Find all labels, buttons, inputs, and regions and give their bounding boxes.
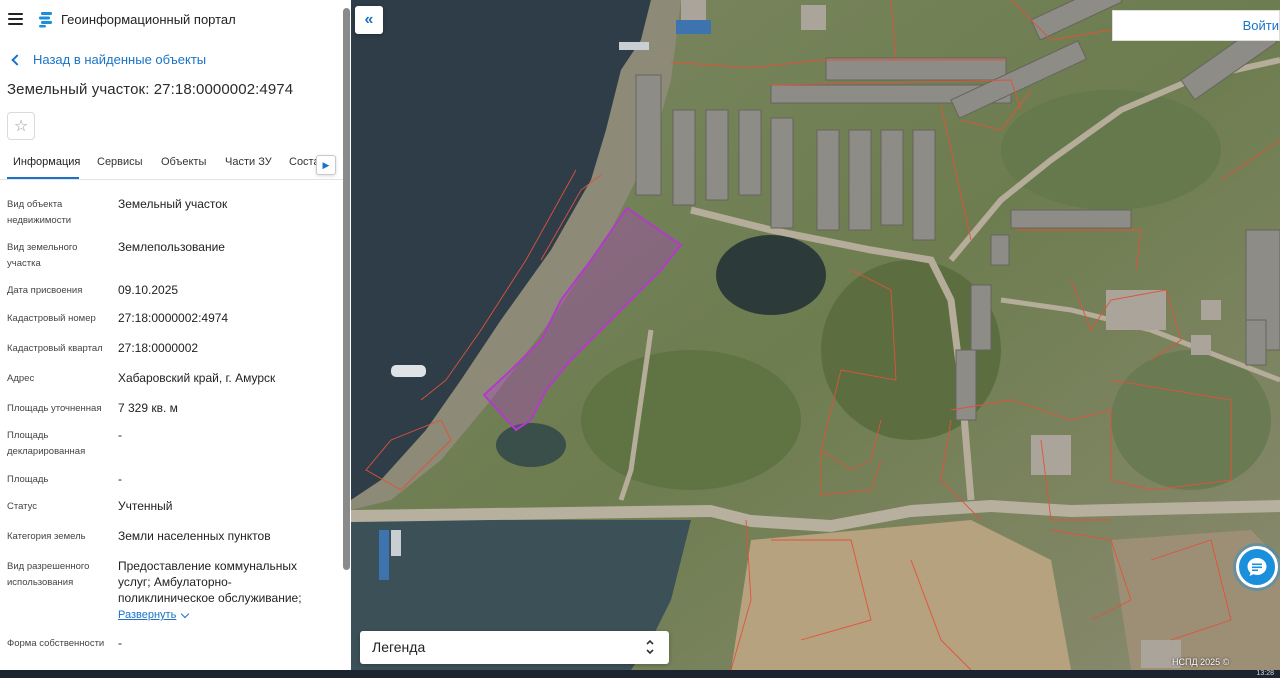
- login-label: Войти: [1242, 18, 1279, 33]
- attr-value-address: Хабаровский край, г. Амурск: [118, 371, 276, 385]
- attr-value-ownership: -: [118, 636, 122, 650]
- expand-link[interactable]: Развернуть: [118, 609, 190, 621]
- double-chevron-left-icon: «: [364, 11, 374, 28]
- legend-dropdown[interactable]: Легенда: [360, 631, 669, 664]
- os-taskbar: 13:28: [0, 670, 1280, 678]
- caret-right-icon: ▶: [322, 159, 330, 170]
- top-bar: Геоинформационный портал: [0, 0, 351, 40]
- panel-scrollbar[interactable]: [343, 8, 350, 570]
- attr-label-area: Площадь: [7, 474, 49, 485]
- star-icon: ☆: [13, 118, 29, 135]
- attr-value-cadastral-block: 27:18:0000002: [118, 341, 199, 355]
- portal-title: Геоинформационный портал: [61, 12, 236, 27]
- attr-label-object-type: Вид объекта недвижимости: [7, 199, 72, 226]
- attr-label-assign-date: Дата присвоения: [7, 285, 83, 296]
- map-attribution: НСПД 2025 ©: [1172, 657, 1230, 667]
- tab-composition[interactable]: Соста: [289, 156, 320, 168]
- attr-value-area: -: [118, 472, 122, 486]
- back-to-results-link[interactable]: Назад в найденные объекты: [9, 52, 206, 67]
- attr-label-land-category: Категория земель: [7, 531, 86, 542]
- object-tabs: Информация Сервисы Объекты Части ЗУ Сост…: [0, 148, 343, 180]
- attr-value-permitted-use: Предоставление коммунальных услуг; Амбул…: [118, 559, 302, 605]
- tab-services[interactable]: Сервисы: [97, 156, 143, 168]
- attr-label-area-specified: Площадь уточненная: [7, 403, 102, 414]
- attr-value-parcel-type: Землепользование: [118, 240, 225, 254]
- attr-label-cadastral-block: Кадастровый квартал: [7, 343, 103, 354]
- attr-value-area-declared: -: [118, 428, 122, 442]
- attr-label-status: Статус: [7, 501, 38, 512]
- attr-value-object-type: Земельный участок: [118, 197, 228, 211]
- collapse-panel-button[interactable]: «: [355, 6, 383, 34]
- login-button[interactable]: Войти: [1112, 10, 1280, 41]
- back-link-label: Назад в найденные объекты: [33, 52, 207, 67]
- menu-icon[interactable]: [8, 13, 23, 25]
- attr-value-assign-date: 09.10.2025: [118, 283, 179, 297]
- chat-button[interactable]: [1236, 546, 1278, 588]
- expand-link-label: Развернуть: [118, 609, 177, 621]
- chat-bubble-icon: [1247, 558, 1267, 576]
- attr-label-parcel-type: Вид земельного участка: [7, 242, 78, 269]
- legend-label: Легенда: [372, 639, 426, 655]
- tabs-scroll-right-button[interactable]: ▶: [316, 155, 336, 175]
- tab-parts[interactable]: Части ЗУ: [225, 156, 272, 168]
- portal-logo-icon: [39, 12, 52, 28]
- object-title: Земельный участок: 27:18:0000002:4974: [7, 81, 294, 98]
- taskbar-clock: 13:28: [1256, 670, 1274, 677]
- map-view[interactable]: [351, 0, 1280, 670]
- attr-value-cadastral-number: 27:18:0000002:4974: [118, 311, 229, 325]
- attr-value-land-category: Земли населенных пунктов: [118, 529, 271, 543]
- expand-collapse-icon: [646, 639, 654, 655]
- tab-information[interactable]: Информация: [13, 156, 80, 168]
- attr-value-status: Учтенный: [118, 499, 173, 513]
- attr-value-area-specified: 7 329 кв. м: [118, 401, 178, 415]
- attr-label-cadastral-number: Кадастровый номер: [7, 313, 96, 324]
- attr-label-area-declared: Площадь декларированная: [7, 430, 86, 457]
- chevron-left-icon: [11, 53, 23, 66]
- attr-label-ownership: Форма собственности: [7, 638, 105, 649]
- tab-objects[interactable]: Объекты: [161, 156, 206, 168]
- info-panel: Геоинформационный портал Назад в найденн…: [0, 0, 351, 670]
- satellite-map-image: [351, 0, 1280, 670]
- attr-label-address: Адрес: [7, 373, 35, 384]
- active-tab-indicator: [7, 177, 79, 179]
- chevron-down-icon: [181, 609, 190, 618]
- attr-label-permitted-use: Вид разрешенного использования: [7, 561, 90, 588]
- favorite-star-button[interactable]: ☆: [7, 112, 35, 140]
